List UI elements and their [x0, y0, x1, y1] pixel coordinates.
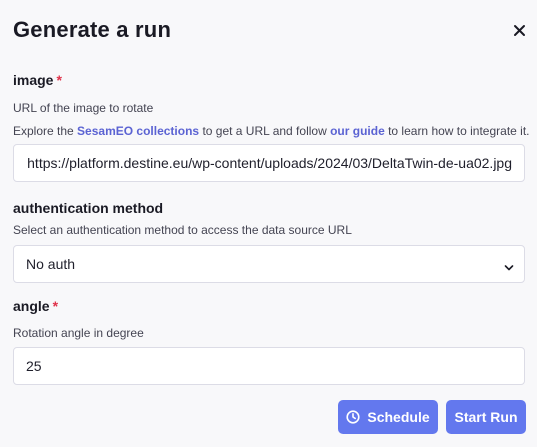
- angle-value: 25: [26, 358, 42, 374]
- close-icon[interactable]: [510, 21, 530, 41]
- angle-description: Rotation angle in degree: [13, 326, 144, 340]
- dialog-title: Generate a run: [13, 17, 172, 42]
- generate-run-dialog: Generate a run image * URL of the image t…: [0, 0, 537, 447]
- image-label-text: image: [13, 72, 54, 88]
- schedule-button[interactable]: Schedule: [338, 400, 438, 434]
- auth-method-select[interactable]: No auth: [13, 245, 525, 283]
- help-prefix: Explore the: [13, 124, 78, 138]
- start-run-button-label: Start Run: [454, 409, 518, 425]
- image-help-text: Explore the SesamEO collections to get a…: [13, 124, 530, 138]
- schedule-button-label: Schedule: [367, 409, 430, 425]
- sesameo-collections-link[interactable]: SesamEO collections: [77, 124, 199, 138]
- our-guide-link[interactable]: our guide: [330, 124, 385, 138]
- auth-description: Select an authentication method to acces…: [13, 223, 352, 237]
- help-suffix: to learn how to integrate it.: [384, 124, 530, 138]
- image-label: image *: [13, 72, 62, 88]
- image-url-input[interactable]: https://platform.destine.eu/wp-content/u…: [13, 144, 525, 182]
- clock-icon: [346, 410, 360, 424]
- chevron-down-icon: [504, 260, 514, 271]
- start-run-button[interactable]: Start Run: [446, 400, 526, 434]
- auth-label: authentication method: [13, 200, 164, 216]
- image-url-value: https://platform.destine.eu/wp-content/u…: [27, 155, 512, 171]
- auth-selected-value: No auth: [26, 256, 76, 272]
- required-mark: *: [52, 298, 59, 314]
- angle-label: angle *: [13, 298, 58, 314]
- angle-input[interactable]: 25: [13, 347, 525, 385]
- image-description: URL of the image to rotate: [13, 101, 154, 115]
- required-mark: *: [56, 72, 62, 88]
- angle-label-text: angle: [13, 298, 50, 314]
- help-middle: to get a URL and follow: [199, 124, 331, 138]
